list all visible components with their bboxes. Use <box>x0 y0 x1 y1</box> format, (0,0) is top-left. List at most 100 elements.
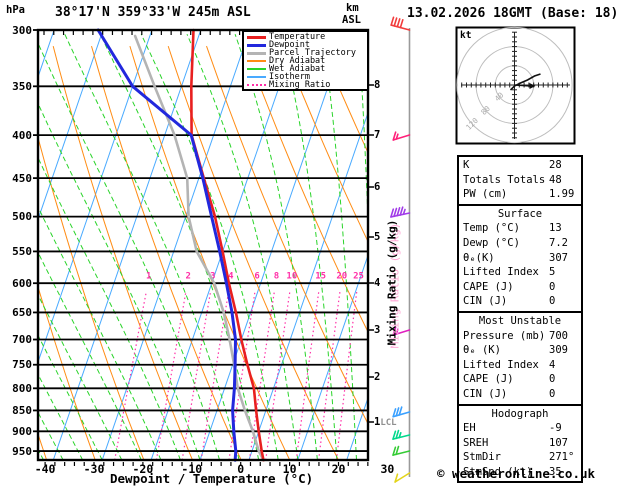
table-section: Most Unstable Pressure (mb) 700 θₑ (K) 309 Li… <box>459 310 581 404</box>
legend-line-sample <box>247 68 266 70</box>
legend-item-label: Mixing Ratio <box>269 80 331 90</box>
table-row-label: Totals Totals <box>463 173 546 186</box>
pressure-tick-label: 600 <box>12 276 32 290</box>
isotherm-line <box>150 30 300 460</box>
isotherm-line <box>297 253 368 460</box>
table-row: PW (cm) 1.99 <box>459 187 581 202</box>
table-section: Surface Temp (°C) 13 Dewp (°C) 7.2 θₑ(K) 307 Li… <box>459 203 581 311</box>
table-row-label: PW (cm) <box>463 188 508 201</box>
mixing-ratio-line <box>318 291 341 460</box>
table-row-label: CIN (J) <box>463 295 508 308</box>
table-row: CIN (J) 0 <box>459 387 581 402</box>
km-tick-label: 7 <box>374 129 381 141</box>
mixing-ratio-value-label: 15 <box>315 272 326 282</box>
x-tick-label: -30 <box>83 462 105 476</box>
mixing-ratio-value-label: 2 <box>186 272 191 282</box>
pressure-tick-label: 650 <box>12 305 32 319</box>
x-tick-label: -20 <box>132 462 154 476</box>
table-row-label: CIN (J) <box>463 387 508 400</box>
x-tick-label: -10 <box>181 462 203 476</box>
table-row: θₑ(K) 307 <box>459 251 581 266</box>
table-row: K 28 <box>459 158 581 173</box>
table-row-label: Temp (°C) <box>463 222 520 235</box>
table-row-label: Lifted Index <box>463 266 539 279</box>
pressure-tick-label: 850 <box>12 403 32 417</box>
pressure-tick-label: 400 <box>12 128 32 142</box>
table-row-value: 13 <box>549 222 562 235</box>
legend-line-sample <box>247 43 266 47</box>
pressure-tick-label: 800 <box>12 381 32 395</box>
mixing-ratio-axis-label: Mixing Ratio (g/kg) <box>385 219 399 346</box>
dry-adiabat-line <box>167 45 339 460</box>
table-row-value: 307 <box>549 251 568 264</box>
isotherm-line <box>248 111 368 460</box>
mixing-ratio-value-label: 20 <box>336 272 347 282</box>
legend-line-sample <box>247 35 266 39</box>
table-row-value: 0 <box>549 373 556 386</box>
table-row-label: θₑ (K) <box>463 344 501 357</box>
dry-adiabat-line <box>590 46 629 460</box>
table-row-label: EH <box>463 422 476 435</box>
table-row-label: θₑ(K) <box>463 251 495 264</box>
wind-barb-icon <box>392 445 411 456</box>
wind-barb-icon <box>392 131 411 141</box>
table-row: Lifted Index 4 <box>459 358 581 373</box>
legend-line-sample <box>247 60 266 62</box>
wet-adiabat-line <box>186 34 299 460</box>
pressure-unit-label: hPa <box>6 4 25 16</box>
legend-line-sample <box>247 51 266 55</box>
table-row-label: Dewp (°C) <box>463 236 520 249</box>
table-row: CAPE (J) 0 <box>459 372 581 387</box>
table-row-value: 107 <box>549 436 568 449</box>
table-row: Dewp (°C) 7.2 <box>459 236 581 251</box>
pressure-tick-label: 700 <box>12 333 32 347</box>
km-tick-label: 3 <box>374 324 381 336</box>
run-date-label: 13.02.2026 18GMT (Base: 18) <box>407 6 619 21</box>
x-tick-label: 0 <box>237 462 245 476</box>
table-section-header: Surface <box>497 207 543 220</box>
x-tick-label: 30 <box>380 462 395 476</box>
table-row: EH -9 <box>459 421 581 436</box>
pressure-tick-label: 300 <box>12 23 32 37</box>
indices-table: K 28 Totals Totals 48 PW (cm) 1.99 Surface Temp… <box>457 155 583 484</box>
hodograph-unit-label: kt <box>460 30 472 41</box>
km-tick-label: 5 <box>374 231 381 243</box>
mixing-ratio-line <box>181 291 212 460</box>
table-row-label: Lifted Index <box>463 358 539 371</box>
table-row: CIN (J) 0 <box>459 294 581 309</box>
wet-adiabat-line <box>280 34 338 460</box>
plot-border <box>36 28 370 462</box>
km-tick-label: 2 <box>374 371 381 383</box>
table-row-label: CAPE (J) <box>463 280 514 293</box>
table-row-label: K <box>463 159 470 171</box>
wet-adiabat-line <box>234 34 318 460</box>
table-row-value: 28 <box>549 159 562 171</box>
page-title: 38°17'N 359°33'W 245m ASL <box>55 5 251 20</box>
table-row-value: 700 <box>549 329 568 342</box>
wind-barb-icon <box>392 429 411 440</box>
pressure-tick-label: 450 <box>12 171 32 185</box>
credit-footer: © weatheronline.co.uk <box>437 466 596 481</box>
pressure-tick-label: 550 <box>12 244 32 258</box>
table-row: SREH 107 <box>459 436 581 451</box>
altitude-unit-km-label: km <box>346 2 359 14</box>
table-section-header: Most Unstable <box>478 314 562 327</box>
mixing-ratio-value-label: 25 <box>353 272 364 282</box>
dry-adiabat-line <box>129 45 291 460</box>
table-row: StmDir 271° <box>459 450 581 465</box>
table-row-value: 4 <box>549 358 556 371</box>
storm-motion-vector <box>514 84 531 87</box>
table-row-value: -9 <box>549 422 562 435</box>
km-tick-label: 8 <box>374 79 381 91</box>
mixing-ratio-value-label: 1 <box>146 272 151 282</box>
table-row-value: 7.2 <box>549 236 568 249</box>
table-section: K 28 Totals Totals 48 PW (cm) 1.99 <box>459 157 581 204</box>
altitude-unit-asl-label: ASL <box>342 14 361 26</box>
mixing-ratio-value-label: 8 <box>274 272 279 282</box>
km-tick-label: 4 <box>374 277 381 289</box>
table-row-value: 1.99 <box>549 188 575 201</box>
mixing-ratio-value-label: 10 <box>286 272 297 282</box>
table-row-value: 0 <box>549 387 556 400</box>
legend-item: Mixing Ratio <box>244 81 367 89</box>
table-row-label: SREH <box>463 436 489 449</box>
